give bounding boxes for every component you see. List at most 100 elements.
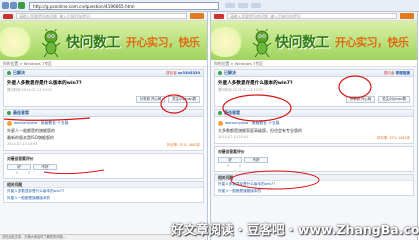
follow-button[interactable]: 关注QQ/msn群 <box>378 96 410 103</box>
asker-meta: 提问者 sx3305320 <box>166 71 200 76</box>
back-icon[interactable] <box>2 2 9 9</box>
related-questions: 相关问题 外星人多数显存是什么版本的win7? 外星人一般都是旗舰版本的 <box>3 181 204 203</box>
site-banner: 快问数工 开心实习，快乐 <box>211 21 417 60</box>
site-nav: 请输入您要提问的问题, 输入后按回车提问 <box>0 12 207 21</box>
share-button[interactable]: 分享到 开心网 <box>345 96 376 103</box>
good-count: 0 <box>16 171 19 175</box>
banner-slogan: 开心实习，快乐 <box>335 36 409 49</box>
breadcrumb[interactable]: 你的位置 > Windows 7专区 <box>0 60 207 67</box>
question-date: 提问时间 2013-07-13 10:37 <box>218 88 264 92</box>
solved-check-icon <box>218 71 222 75</box>
question-title: 外星人多数显存是什么版本的win7? <box>7 81 82 86</box>
ask-button[interactable] <box>400 13 414 19</box>
best-answer-label: 最佳答案 <box>13 110 29 115</box>
tools-icon[interactable] <box>238 3 248 8</box>
solved-label: 已解决 <box>13 70 25 75</box>
answer-date: 2013-07-13 10:41 <box>7 142 38 146</box>
evaluation-card: 对最佳答案评价 好 不好 0 0 <box>214 146 414 172</box>
asker-name[interactable]: 笨瑶瑶蛋 <box>396 71 410 75</box>
related-questions: 相关问题 外星人多数显存是什么版本的win7? 外星人一般都是旗舰版本的 <box>214 174 414 196</box>
list-item[interactable]: 外星人多数显存是什么版本的win7? <box>215 181 413 188</box>
ant-mascot-icon <box>41 29 61 57</box>
site-watermark: 好文章阅读 · 豆客吧 · www.ZhangBa.com <box>171 222 419 237</box>
asker-prefix: 提问者 <box>383 70 395 75</box>
answer-date: 2013-07-13 10:41 <box>218 135 249 139</box>
best-answer-header: 最佳答案 <box>4 110 203 117</box>
avatar[interactable] <box>7 120 12 126</box>
question-search-input[interactable]: 请输入您要提问的问题, 输入后按回车提问 <box>16 13 187 19</box>
answer-text: 大多数都是旗舰家庭高级版，但也会有专业版的 <box>218 128 302 133</box>
browser-toolbar: http://g.pconline.com.cn/question/419666… <box>0 0 419 12</box>
bad-button[interactable]: 不好 <box>244 157 268 163</box>
follow-button[interactable]: 关注QQ/msn群 <box>168 96 200 103</box>
refresh-icon[interactable] <box>18 2 25 9</box>
asker-prefix: 提问者 <box>166 70 177 75</box>
ant-mascot-icon <box>252 29 272 57</box>
evaluation-buttons: 好 不好 <box>218 157 410 163</box>
question-actions: 分享到 开心网 关注QQ/msn群 <box>215 94 413 106</box>
banner-title: 快问数工 <box>275 35 330 51</box>
banner-title: 快问数工 <box>66 35 121 51</box>
answer-footer: 2013-07-13 10:41 好评率: 37% 1485评 <box>4 141 203 150</box>
evaluation-label: 对最佳答案评价 <box>218 149 245 154</box>
good-button[interactable]: 好 <box>7 164 31 170</box>
avatar[interactable] <box>218 120 223 126</box>
answer-footer: 2013-07-13 10:41 好评率: 37% 1485评 <box>215 134 413 143</box>
evaluation-counts: 0 0 <box>7 171 200 175</box>
asker-meta: 提问者 笨瑶瑶蛋 <box>384 71 410 76</box>
site-logo[interactable] <box>214 13 224 19</box>
question-card: 已解决 提问者 sx3305320 外星人多数显存是什么版本的win7? 提问时… <box>3 69 204 107</box>
question-card-header: 已解决 提问者 sx3305320 <box>4 70 203 77</box>
site-banner: 快问数工 开心实习，快乐 <box>0 21 207 60</box>
list-item[interactable]: 外星人一般都是旗舰版本的 <box>4 195 203 202</box>
asker-name[interactable]: sx3305320 <box>178 71 200 75</box>
evaluation-section: 对最佳答案评价 好 不好 0 0 <box>215 147 413 171</box>
answer-user[interactable]: womanyoba · 高级教长 十五级 <box>215 117 413 127</box>
bad-count: 0 <box>28 171 31 175</box>
question-actions: 分享到 开心网 关注QQ/msn群 <box>4 94 203 106</box>
answer-user-name[interactable]: womanyoba · 高级教长 十五级 <box>225 120 280 126</box>
answer-text-2: 最新的版本是ISO旗舰版的 <box>7 135 54 140</box>
solved-check-icon <box>7 71 11 75</box>
evaluation-buttons: 好 不好 <box>7 164 200 170</box>
banner-glow <box>211 27 245 57</box>
list-item[interactable]: 外星人多数显存是什么版本的win7? <box>4 188 203 195</box>
evaluation-label: 对最佳答案评价 <box>7 156 34 161</box>
forward-icon[interactable] <box>10 2 17 9</box>
site-nav: 请输入您要提问的问题, 输入后按回车提问 <box>211 12 417 21</box>
evaluation-card: 对最佳答案评价 好 不好 0 0 <box>3 153 204 179</box>
question-card-header: 已解决 提问者 笨瑶瑶蛋 <box>215 70 413 77</box>
bookmark-icon[interactable] <box>225 3 235 8</box>
best-answer-card: 最佳答案 womanyoba · 高级教长 十五级 外星人一般都是的旗舰版的 最… <box>3 109 204 151</box>
question-title: 外星人多数显存是什么版本的win7? <box>218 81 293 86</box>
solved-label: 已解决 <box>224 70 236 75</box>
bad-count: 0 <box>239 164 242 168</box>
good-button[interactable]: 好 <box>218 157 242 163</box>
question-date: 提问时间 2013-07-13 10:37 <box>7 88 53 92</box>
right-page: 请输入您要提问的问题, 输入后按回车提问 快问数工 开心实习，快乐 你的位置 >… <box>210 12 418 240</box>
toolbar-buttons <box>225 3 261 8</box>
breadcrumb[interactable]: 你的位置 > Windows 7专区 <box>211 60 417 67</box>
question-search-input[interactable]: 请输入您要提问的问题, 输入后按回车提问 <box>227 13 397 19</box>
bad-button[interactable]: 不好 <box>33 164 57 170</box>
share-button[interactable]: 分享到 开心网 <box>135 96 166 103</box>
page-icon[interactable] <box>251 3 261 8</box>
best-answer-card: 最佳答案 womanyoba · 高级教长 十五级 大多数都是旗舰家庭高级版，但… <box>214 109 414 144</box>
answer-user-name[interactable]: womanyoba · 高级教长 十五级 <box>14 120 69 126</box>
list-item[interactable]: 外星人一般都是旗舰版本的 <box>215 188 413 195</box>
best-answer-header: 最佳答案 <box>215 110 413 117</box>
ask-button[interactable] <box>190 13 204 19</box>
banner-slogan: 开心实习，快乐 <box>126 36 200 49</box>
left-page: 请输入您要提问的问题, 输入后按回车提问 快问数工 开心实习，快乐 你的位置 >… <box>0 12 208 240</box>
answer-user[interactable]: womanyoba · 高级教长 十五级 <box>4 117 203 127</box>
answer-rate: 好评率: 37% 1485评 <box>376 136 410 140</box>
site-logo[interactable] <box>3 13 13 19</box>
address-bar[interactable]: http://g.pconline.com.cn/question/419666… <box>29 1 219 10</box>
evaluation-section: 对最佳答案评价 好 不好 0 0 <box>4 154 203 178</box>
answer-rate: 好评率: 37% 1485评 <box>166 143 200 147</box>
best-answer-icon <box>218 111 222 115</box>
banner-glow <box>0 27 34 57</box>
best-answer-icon <box>7 111 11 115</box>
answer-text: 外星人一般都是的旗舰版的 <box>7 128 55 133</box>
best-answer-label: 最佳答案 <box>224 110 240 115</box>
